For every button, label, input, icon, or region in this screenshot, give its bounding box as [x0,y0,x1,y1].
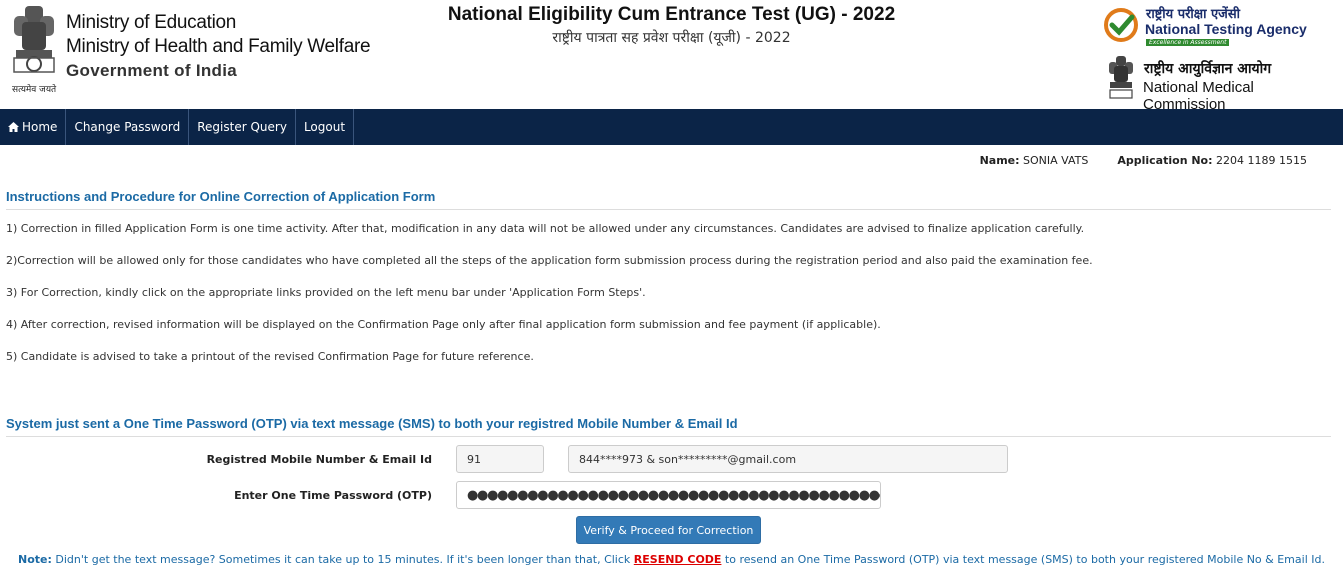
country-code-field[interactable]: 91 [456,445,544,473]
nav-item-label: Change Password [74,120,181,134]
instruction-item: 4) After correction, revised information… [6,318,881,331]
exam-title-hindi: राष्ट्रीय पात्रता सह प्रवेश परीक्षा (यूज… [552,30,791,46]
contact-field[interactable]: 844****973 & son*********@gmail.com [568,445,1008,473]
mobile-email-label: Registred Mobile Number & Email Id [206,453,432,466]
application-no-label: Application No: [1117,154,1213,167]
state-emblem-icon [1109,56,1133,99]
resend-note: Note: Didn't get the text message? Somet… [0,553,1343,566]
note-text: to resend an One Time Password (OTP) via… [721,553,1325,566]
instruction-item: 2)Correction will be allowed only for th… [6,254,1093,267]
nav-item-label: Home [22,120,58,134]
ministry-line: Ministry of Health and Family Welfare [66,36,371,57]
candidate-name: SONIA VATS [1023,154,1089,167]
resend-code-link[interactable]: RESEND CODE [634,553,722,566]
nav-item-register-query[interactable]: Register Query [189,109,296,145]
nav-item-logout[interactable]: Logout [296,109,355,145]
nta-logo-block: राष्ट्रीय परीक्षा एजेंसी National Testin… [1104,4,1334,50]
state-emblem-icon [13,6,55,73]
emblem-motto: सत्यमेव जयते [12,85,57,95]
name-label: Name: [979,154,1020,167]
ministry-block: Ministry of Education Ministry of Health… [66,11,371,83]
instruction-item: 1) Correction in filled Application Form… [6,222,1085,235]
exam-title: National Eligibility Cum Entrance Test (… [447,4,896,25]
nta-name: National Testing Agency [1145,21,1307,37]
note-text: Didn't get the text message? Sometimes i… [51,553,634,566]
application-no: 2204 1189 1515 [1216,154,1307,167]
ministry-line: Ministry of Education [66,12,237,33]
instructions-title: Instructions and Procedure for Online Co… [6,189,1331,210]
nav-item-home[interactable]: Home [0,109,67,145]
user-info: Name: SONIA VATS Application No: 2204 11… [980,154,1307,167]
otp-input[interactable]: ●●●●●●●●●●●●●●●●●●●●●●●●●●●●●●●●●●●●●●●●… [456,481,881,509]
otp-section-title: System just sent a One Time Password (OT… [6,416,1331,437]
nmc-logo-block: राष्ट्रीय आयुर्विज्ञान आयोग National Med… [1104,54,1336,113]
note-label: Note: [18,553,52,566]
nta-tagline: Excellence in Assessment [1146,39,1230,46]
nmc-name: National Medical Commission [1143,79,1254,113]
nav-item-change-password[interactable]: Change Password [66,109,190,145]
home-icon [8,122,19,132]
nta-logo-icon [1104,8,1138,42]
nta-hindi-name: राष्ट्रीय परीक्षा एजेंसी [1146,7,1240,22]
instruction-item: 5) Candidate is advised to take a printo… [6,350,534,363]
verify-proceed-button[interactable]: Verify & Proceed for Correction [576,516,761,544]
nmc-hindi-name: राष्ट्रीय आयुर्विज्ञान आयोग [1144,61,1272,77]
page-header: सत्यमेव जयते Ministry of Education Minis… [0,0,1343,113]
instruction-item: 3) For Correction, kindly click on the a… [6,286,646,299]
nav-item-label: Logout [303,120,346,134]
government-label: Government of India [66,61,237,80]
main-nav: Home Change Password Register Query Logo… [0,109,1343,145]
otp-label: Enter One Time Password (OTP) [234,489,432,502]
nav-item-label: Register Query [197,120,287,134]
